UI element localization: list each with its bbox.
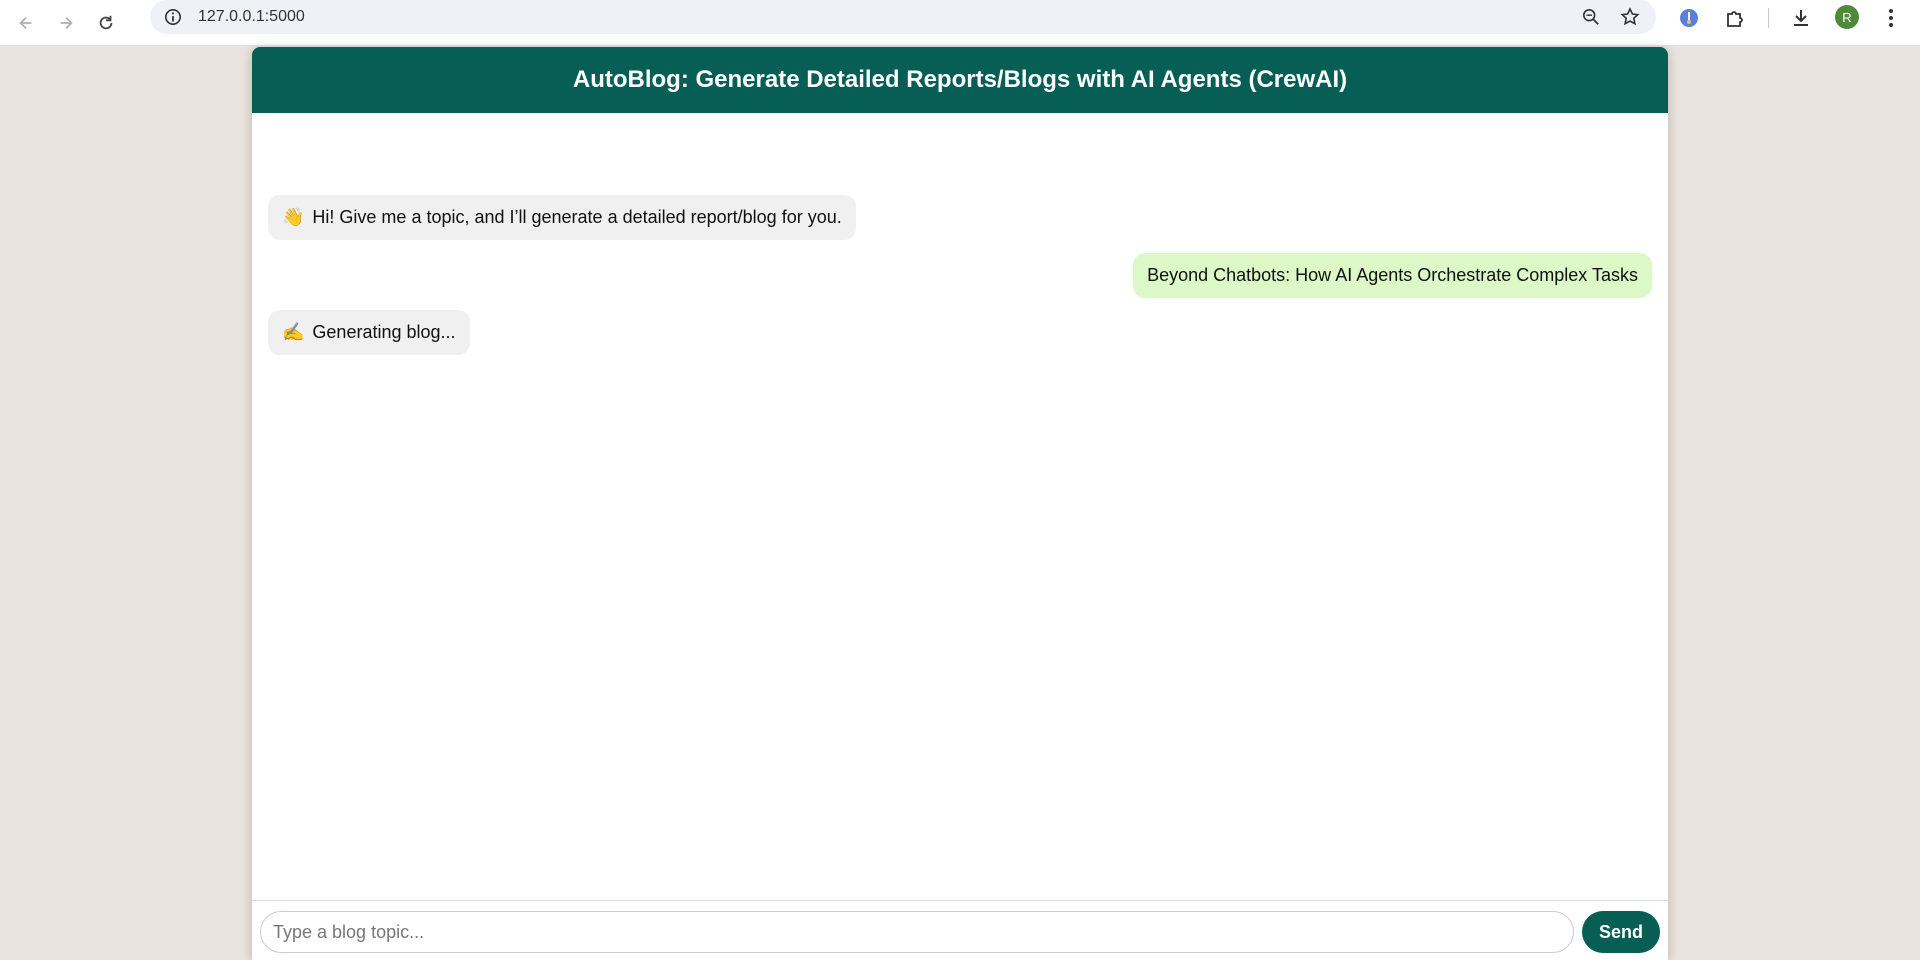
extension-icon[interactable] [1678,7,1700,29]
waving-hand-icon: 👋 [282,207,305,227]
chat-messages: 👋 Hi! Give me a topic, and I’ll generate … [252,113,1668,900]
address-bar[interactable]: 127.0.0.1:5000 [150,0,1656,34]
user-message: Beyond Chatbots: How AI Agents Orchestra… [1133,253,1652,298]
arrow-right-icon [60,16,73,29]
reload-button[interactable] [86,5,126,41]
profile-avatar[interactable]: R [1835,5,1859,29]
topic-input[interactable] [260,911,1574,953]
toolbar-divider [1768,8,1769,28]
reload-icon [99,15,113,29]
app-header: AutoBlog: Generate Detailed Reports/Blog… [252,47,1668,113]
url-text[interactable]: 127.0.0.1:5000 [198,8,305,26]
writing-hand-icon: ✍️ [282,322,305,342]
message-text: Beyond Chatbots: How AI Agents Orchestra… [1147,265,1638,285]
bookmark-star-icon[interactable] [1620,7,1640,27]
more-menu-icon[interactable] [1880,7,1902,29]
puzzle-icon[interactable] [1724,7,1746,29]
bot-message: 👋 Hi! Give me a topic, and I’ll generate … [268,195,856,240]
browser-toolbar: 127.0.0.1:5000 R [0,0,1920,46]
forward-button[interactable] [46,5,86,41]
chat-app: AutoBlog: Generate Detailed Reports/Blog… [252,47,1668,960]
download-icon[interactable] [1790,7,1812,29]
arrow-left-icon [19,16,32,29]
input-bar: Send [252,900,1668,960]
info-icon[interactable] [164,8,182,26]
zoom-icon[interactable] [1582,8,1600,26]
message-text: Generating blog... [312,322,456,342]
message-text: Hi! Give me a topic, and I’ll generate a… [312,207,842,227]
back-button[interactable] [6,5,46,41]
send-button[interactable]: Send [1582,911,1660,953]
bot-message: ✍️ Generating blog... [268,310,470,355]
app-title: AutoBlog: Generate Detailed Reports/Blog… [572,66,1348,93]
